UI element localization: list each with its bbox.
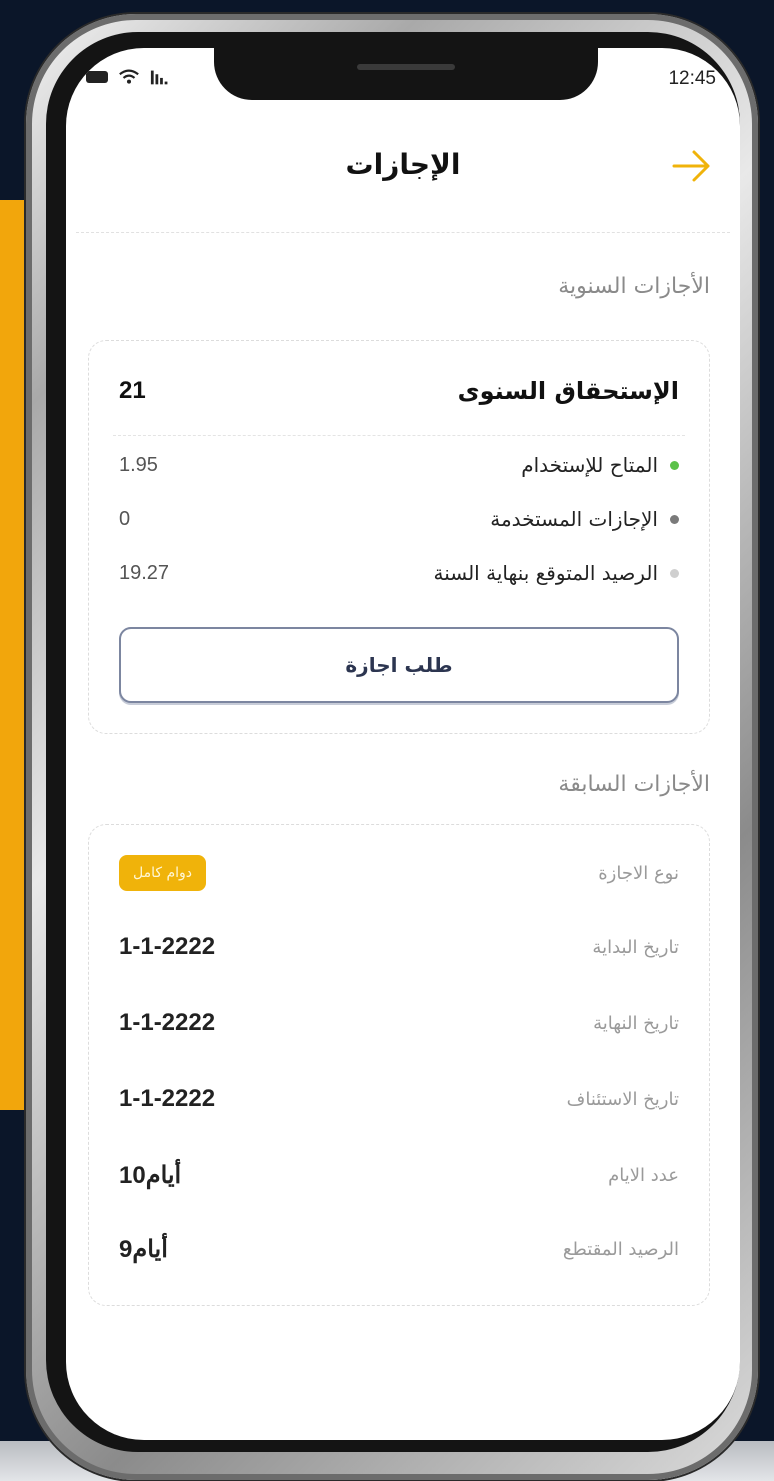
- deducted-balance-value: 9أيام: [119, 1236, 168, 1263]
- deducted-balance-label: الرصيد المقتطع: [562, 1239, 679, 1260]
- end-date-value: 1-1-2222: [119, 1009, 216, 1036]
- phone-screen: 12:45 الإجازات الأجازات السنوية الإستحقا…: [66, 48, 740, 1440]
- days-count-row: عدد الايام 10أيام: [119, 1161, 679, 1190]
- resume-date-row: تاريخ الاستئناف 1-1-2222: [119, 1085, 679, 1113]
- signal-icon: [150, 70, 168, 85]
- entitlement-label: الإستحقاق السنوى: [457, 377, 679, 405]
- resume-date-label: تاريخ الاستئناف: [566, 1088, 679, 1110]
- leave-type-label: نوع الاجازة: [598, 862, 679, 884]
- annual-section-title: الأجازات السنوية: [558, 274, 710, 299]
- used-dot-icon: [670, 514, 679, 524]
- page-title: الإجازات: [345, 148, 461, 181]
- deducted-balance-row: الرصيد المقتطع 9أيام: [119, 1235, 679, 1264]
- days-count-value: 10أيام: [119, 1162, 182, 1189]
- speaker: [357, 64, 455, 70]
- end-date-label: تاريخ النهاية: [593, 1012, 679, 1034]
- request-leave-button[interactable]: طلب اجازة: [119, 627, 679, 703]
- used-value: 0: [119, 507, 131, 530]
- header-divider: [76, 232, 730, 233]
- end-date-row: تاريخ النهاية 1-1-2222: [119, 1009, 679, 1037]
- resume-date-value: 1-1-2222: [119, 1085, 216, 1112]
- status-icons: [86, 68, 172, 86]
- back-arrow-icon[interactable]: [670, 148, 714, 184]
- battery-icon: [86, 71, 108, 83]
- available-row: المتاح للإستخدام 1.95: [119, 453, 679, 477]
- entitlement-row: الإستحقاق السنوى 21: [119, 377, 679, 405]
- leave-type-row: نوع الاجازة دوام كامل: [119, 855, 679, 891]
- expected-dot-icon: [670, 568, 679, 578]
- start-date-row: تاريخ البداية 1-1-2222: [119, 933, 679, 961]
- available-value: 1.95: [119, 453, 158, 476]
- expected-value: 19.27: [119, 561, 170, 584]
- entitlement-value: 21: [119, 377, 146, 404]
- previous-card: نوع الاجازة دوام كامل تاريخ البداية 1-1-…: [88, 824, 710, 1306]
- previous-section-title: الأجازات السابقة: [558, 772, 710, 797]
- status-time: 12:45: [668, 68, 716, 89]
- start-date-label: تاريخ البداية: [592, 936, 679, 958]
- start-date-value: 1-1-2222: [119, 933, 216, 960]
- available-dot-icon: [670, 460, 679, 470]
- available-label: المتاح للإستخدام: [521, 453, 658, 477]
- wifi-icon: [119, 69, 139, 84]
- days-count-label: عدد الايام: [608, 1165, 679, 1186]
- expected-row: الرصيد المتوقع بنهاية السنة 19.27: [119, 561, 679, 585]
- card-divider: [113, 435, 685, 436]
- used-row: الإجازات المستخدمة 0: [119, 507, 679, 531]
- notch: [214, 48, 598, 100]
- leave-type-badge: دوام كامل: [119, 855, 207, 891]
- expected-label: الرصيد المتوقع بنهاية السنة: [433, 561, 658, 585]
- used-label: الإجازات المستخدمة: [490, 507, 658, 531]
- annual-card: الإستحقاق السنوى 21 المتاح للإستخدام 1.9…: [88, 340, 710, 734]
